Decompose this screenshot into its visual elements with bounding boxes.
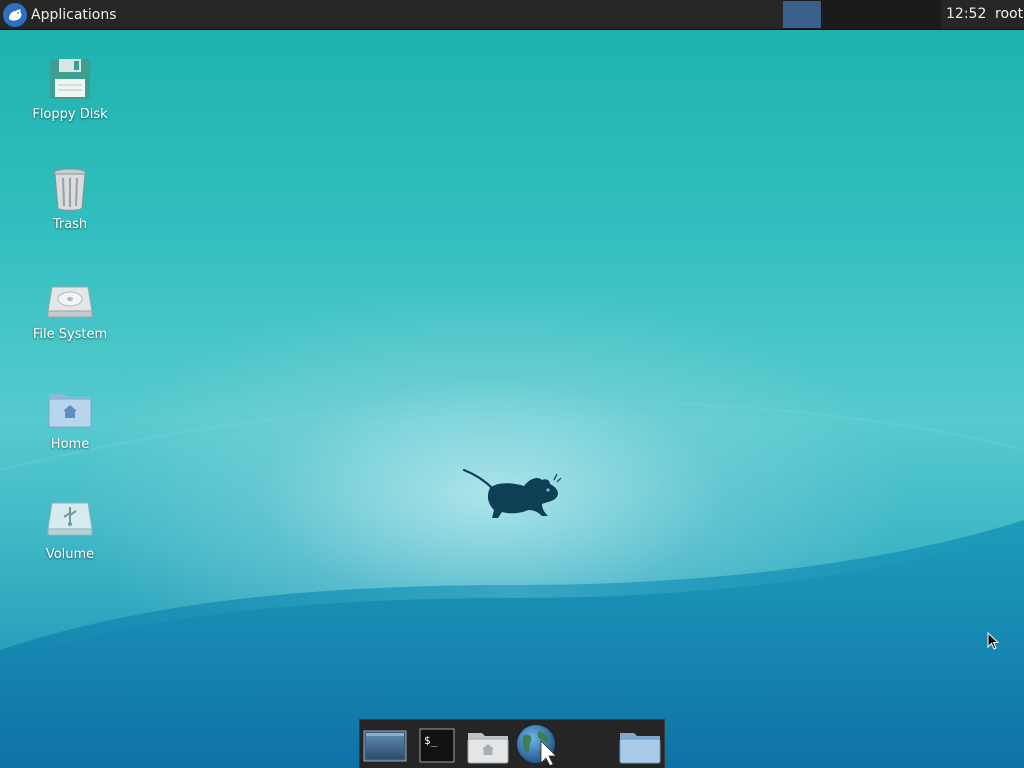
mouse-pointer-icon <box>987 632 999 650</box>
dock-terminal[interactable]: $_ <box>419 725 455 765</box>
file-manager-icon <box>467 733 509 764</box>
home-folder-icon <box>46 385 94 433</box>
dock-folder[interactable] <box>618 725 662 765</box>
desktop-icon-label: Volume <box>45 547 95 562</box>
desktop-icon-volume[interactable]: Volume <box>20 495 120 562</box>
desktop-wallpaper-wave <box>0 399 1024 768</box>
workspace-1-button[interactable] <box>783 1 821 28</box>
terminal-icon: $_ <box>419 728 455 763</box>
applications-menu-label: Applications <box>31 6 117 23</box>
trash-icon <box>46 165 94 213</box>
bottom-dock: $_ <box>359 719 665 768</box>
floppy-disk-icon <box>46 55 94 103</box>
desktop-icon-label: Floppy Disk <box>32 107 108 122</box>
desktop-icon-floppy-disk[interactable]: Floppy Disk <box>20 55 120 122</box>
web-browser-icon <box>517 725 557 767</box>
desktop-icon-home[interactable]: Home <box>20 385 120 452</box>
show-desktop-icon <box>363 730 407 762</box>
panel-clock[interactable]: 12:52 <box>946 0 986 29</box>
xfce-logo-icon <box>3 2 27 27</box>
dock-file-manager[interactable] <box>466 725 510 765</box>
usb-volume-icon <box>46 495 94 543</box>
hard-drive-icon <box>46 275 94 323</box>
desktop-icon-label: Home <box>50 437 90 452</box>
desktop-icon-trash[interactable]: Trash <box>20 165 120 232</box>
desktop-icon-file-system[interactable]: File System <box>20 275 120 342</box>
applications-menu-button[interactable]: Applications <box>0 0 125 29</box>
dock-web-browser[interactable] <box>515 725 559 767</box>
dock-show-desktop[interactable] <box>363 725 407 765</box>
desktop-icon-label: Trash <box>52 217 88 232</box>
top-panel: Applications 12:52 root <box>0 0 1024 30</box>
desktop-background[interactable]: Applications 12:52 root Floppy Disk Tras… <box>0 0 1024 768</box>
folder-icon <box>619 733 661 764</box>
desktop-icon-label: File System <box>32 327 108 342</box>
workspace-switcher[interactable] <box>783 0 941 29</box>
panel-user-menu[interactable]: root <box>995 0 1023 29</box>
xfce-mouse-logo <box>462 468 562 518</box>
terminal-prompt-glyph: $_ <box>424 734 438 747</box>
